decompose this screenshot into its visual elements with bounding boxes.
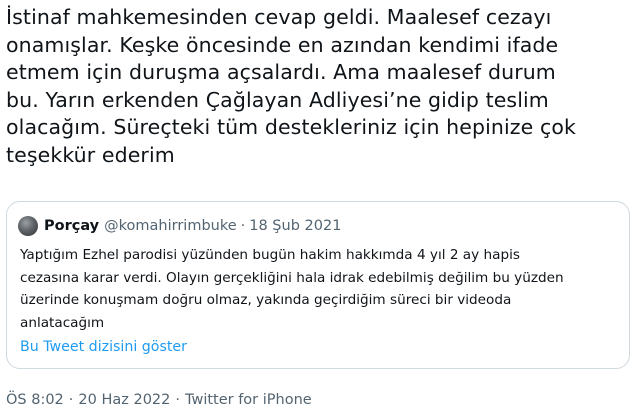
tweet-date[interactable]: 20 Haz 2022	[78, 392, 170, 408]
quoted-tweet-header: Porçay @komahirrimbuke · 18 Şub 2021	[18, 216, 341, 236]
tweet-time[interactable]: ÖS 8:02	[6, 392, 64, 408]
tweet-source-link[interactable]: Twitter for iPhone	[185, 392, 312, 408]
separator-dot: ·	[240, 218, 246, 234]
separator-dot: ·	[175, 392, 180, 408]
quoted-author-handle[interactable]: @komahirrimbuke	[104, 218, 237, 234]
quoted-tweet-card[interactable]: Porçay @komahirrimbuke · 18 Şub 2021 Yap…	[6, 201, 630, 369]
show-thread-link[interactable]: Bu Tweet dizisini göster	[20, 339, 187, 355]
avatar[interactable]	[18, 216, 38, 236]
tweet-text: İstinaf mahkemesinden cevap geldi. Maale…	[6, 5, 576, 167]
separator-dot: ·	[68, 392, 74, 408]
quoted-tweet-text: Yaptığım Ezhel parodisi yüzünden bugün h…	[20, 247, 564, 331]
quoted-author-name[interactable]: Porçay	[44, 218, 99, 234]
tweet-container: İstinaf mahkemesinden cevap geldi. Maale…	[0, 0, 640, 419]
quoted-tweet-date[interactable]: 18 Şub 2021	[249, 218, 341, 234]
tweet-metadata: ÖS 8:02 · 20 Haz 2022 · Twitter for iPho…	[6, 392, 312, 408]
